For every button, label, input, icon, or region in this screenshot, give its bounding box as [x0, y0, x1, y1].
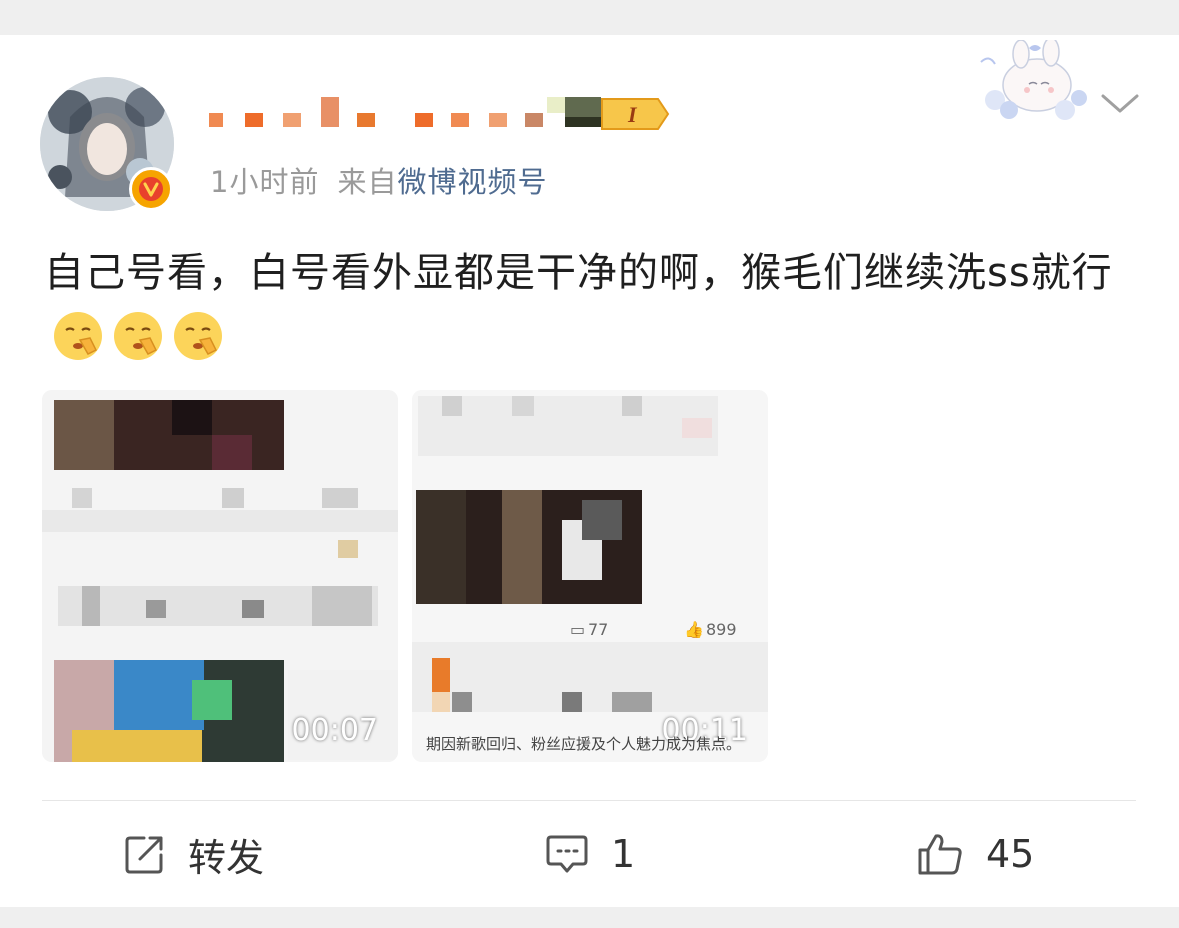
- verified-badge-icon: [129, 167, 173, 211]
- weibo-post-card: I 1小时前 来自微博视频号 自己号看，白号看外显都是干净的啊，猴毛们继续洗ss就…: [0, 35, 1179, 907]
- comment-icon: ▭: [570, 620, 586, 639]
- mosaic-image: [412, 390, 768, 762]
- comment-button[interactable]: 1: [545, 830, 635, 878]
- video-thumbnail[interactable]: 00:07: [42, 390, 398, 762]
- repost-label: 转发: [188, 835, 265, 880]
- thumbs-up-icon: [918, 834, 962, 875]
- video-duration: 00:07: [291, 713, 378, 748]
- post-time: 1小时前: [210, 165, 320, 199]
- shush-emoji-icon: [114, 312, 162, 360]
- repost-icon: [125, 836, 163, 874]
- thumbnail-comment-count: 77: [588, 620, 609, 639]
- post-meta: 1小时前 来自微博视频号: [210, 159, 547, 201]
- chevron-down-icon[interactable]: [1097, 90, 1143, 116]
- comment-count: 1: [611, 832, 636, 876]
- username-mosaic[interactable]: [205, 95, 605, 135]
- thumbnail-caption: 期因新歌回归、粉丝应援及个人魅力成为焦点。: [426, 735, 742, 753]
- repost-button[interactable]: 转发: [124, 830, 264, 880]
- level-badge-label: I: [627, 102, 638, 127]
- like-count: 45: [986, 832, 1035, 876]
- comment-icon: [546, 835, 588, 873]
- video-thumbnail[interactable]: ▭ 77 👍 899 00:11 期因新歌回归、粉丝应援及个人魅力成为焦点。: [412, 390, 768, 762]
- post-text-content: 自己号看，白号看外显都是干净的啊，猴毛们继续洗ss就行: [44, 250, 1113, 296]
- shush-emoji-icon: [54, 312, 102, 360]
- divider: [42, 800, 1136, 801]
- level-badge-icon: I: [601, 98, 670, 130]
- mosaic-image: [42, 390, 398, 762]
- shush-emoji-icon: [174, 312, 222, 360]
- post-text: 自己号看，白号看外显都是干净的啊，猴毛们继续洗ss就行: [44, 240, 1134, 372]
- thumbnail-like-count: 899: [706, 620, 737, 639]
- source-link[interactable]: 微博视频号: [397, 165, 547, 199]
- thumbs-up-icon: 👍: [684, 620, 704, 639]
- source-prefix: 来自: [337, 165, 398, 199]
- thumbnail-stats: ▭ 77 👍 899: [412, 618, 768, 644]
- bunny-sticker-icon: [980, 40, 1087, 120]
- like-button[interactable]: 45: [916, 830, 1034, 878]
